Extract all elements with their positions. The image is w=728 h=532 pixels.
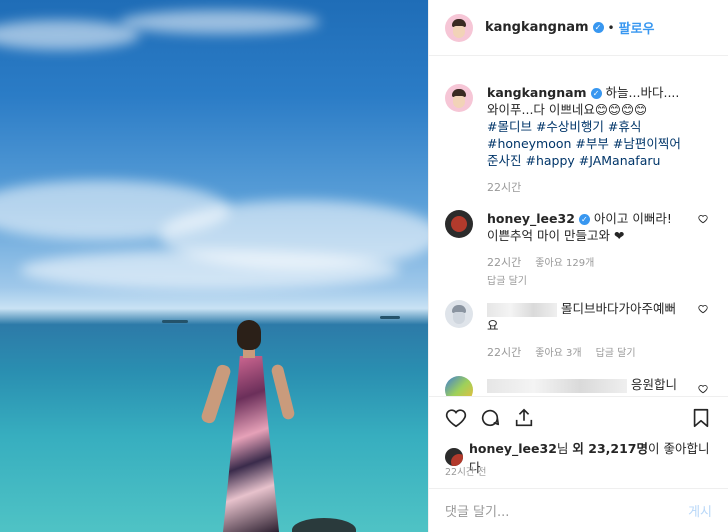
caption: kangkangnam ✓ 하늘...바다....와이푸...다 이쁘네요😊😊😊😊… [429,84,728,196]
cloud [20,250,400,290]
separator-dot: • [607,20,615,35]
avatar[interactable] [445,376,473,396]
comment-item: 몰디브바다가아주예뻐요 22시간 좋아요 3개 답글 달기 [429,300,728,362]
comment-item: 응원합니 [429,376,728,396]
avatar[interactable] [445,210,473,238]
comment-body: 몰디브바다가아주예뻐요 22시간 좋아요 3개 답글 달기 [487,300,687,362]
verified-badge-icon: ✓ [578,214,590,225]
caption-username[interactable]: kangkangnam [487,85,587,100]
caption-hashtags[interactable]: #몰디브 #수상비행기 #휴식 #honeymoon #부부 #남편이찍어준사진… [487,119,681,168]
comment-like-heart-icon[interactable] [698,384,708,394]
header-username[interactable]: kangkangnam [485,20,589,35]
add-comment-bar: 댓글 달기... 게시 [429,488,728,532]
comment-meta: 22시간 좋아요 3개 답글 달기 [487,344,687,362]
comment-time[interactable]: 22시간 [487,256,521,269]
verified-badge-icon: ✓ [592,22,604,33]
follow-button[interactable]: 팔로우 [619,18,655,37]
heart-icon[interactable] [445,407,467,429]
share-icon[interactable] [513,407,535,429]
post-side-panel: kangkangnam ✓ • 팔로우 kangkangnam ✓ 하늘...바다… [428,0,728,532]
comment-icon[interactable] [479,407,501,429]
comment-body: honey_lee32 ✓ 아이고 이뻐라! 이쁜추억 마이 만들고와 ❤ 22시… [487,210,687,290]
avatar[interactable] [445,84,473,112]
comment-body: 응원합니 [487,376,687,396]
instagram-post-window: kangkangnam ✓ • 팔로우 kangkangnam ✓ 하늘...바다… [0,0,728,532]
person-figure [200,320,296,532]
likes-text: honey_lee32님 외 23,217명이 좋아합니다 [469,438,712,476]
comment-item: honey_lee32 ✓ 아이고 이뻐라! 이쁜추억 마이 만들고와 ❤ 22시… [429,210,728,290]
comment-like-heart-icon[interactable] [698,304,708,314]
comment-meta: 22시간 좋아요 129개 답글 달기 [487,254,687,290]
blurred-username [487,378,627,393]
caption-body: kangkangnam ✓ 하늘...바다....와이푸...다 이쁘네요😊😊😊😊… [487,84,687,196]
rock [292,518,356,532]
avatar[interactable] [445,13,473,42]
cloud [120,10,320,34]
cloud [0,20,140,50]
post-header: kangkangnam ✓ • 팔로우 [429,0,728,56]
post-time[interactable]: 22시간 전 [445,464,486,478]
action-bar [429,396,728,437]
likes-count[interactable]: 외 23,217명 [572,441,648,456]
post-comment-button[interactable]: 게시 [688,501,712,520]
avatar[interactable] [445,300,473,328]
likes-mid: 님 [556,441,573,456]
comment-likes[interactable]: 좋아요 3개 [535,348,581,359]
reply-button[interactable]: 답글 달기 [487,276,527,287]
comment-time[interactable]: 22시간 [487,346,521,359]
comments-list[interactable]: kangkangnam ✓ 하늘...바다....와이푸...다 이쁘네요😊😊😊😊… [429,56,728,396]
island [162,320,188,323]
caption-meta: 22시간 [487,179,687,196]
comment-text: 응원합니 [630,377,677,392]
comment-likes[interactable]: 좋아요 129개 [535,258,594,269]
caption-time[interactable]: 22시간 [487,181,521,194]
likes-user[interactable]: honey_lee32 [469,441,557,456]
bookmark-icon[interactable] [690,407,712,429]
post-photo[interactable] [0,0,428,532]
comment-username[interactable]: honey_lee32 [487,211,575,226]
blurred-username [487,302,557,317]
verified-badge-icon: ✓ [590,88,602,99]
comment-like-heart-icon[interactable] [698,214,708,224]
island [380,316,400,319]
comment-input[interactable]: 댓글 달기... [445,501,688,520]
reply-button[interactable]: 답글 달기 [596,348,636,359]
